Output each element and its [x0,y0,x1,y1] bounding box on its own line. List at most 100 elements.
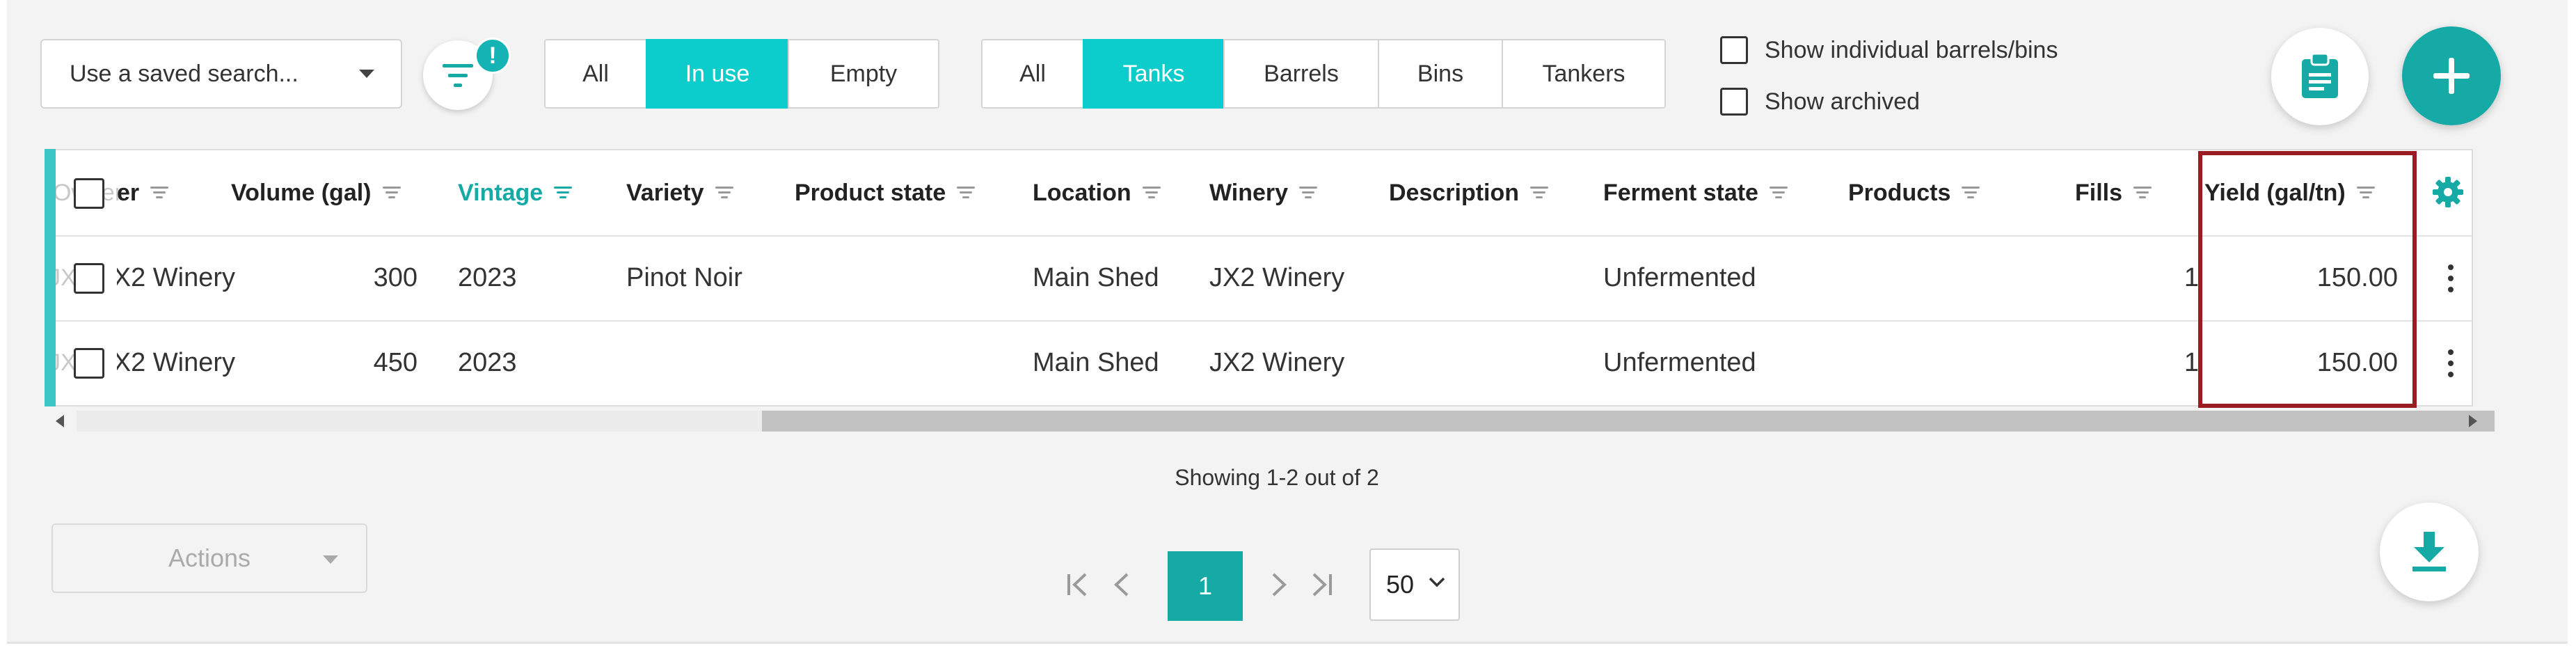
row-checkbox[interactable] [74,263,104,294]
volume-header-label: Volume (gal) [231,179,372,206]
clipboard-icon [2302,54,2338,98]
page-number-button[interactable]: 1 [1168,551,1243,621]
scroll-track[interactable] [77,411,2495,432]
add-button[interactable] [2402,26,2501,125]
caret-down-icon [359,70,374,78]
yield-cell: 150.00 [2316,347,2398,377]
description-column-header[interactable]: Description [1389,150,1549,235]
type-bins-button[interactable]: Bins [1378,39,1503,109]
vintage-column-header[interactable]: Vintage [458,150,573,235]
previous-page-icon[interactable] [1112,572,1133,597]
products-column-header[interactable]: Products [1848,150,1980,235]
download-icon [2412,532,2446,571]
page: Use a saved search... ! All In use Empty… [7,0,2568,644]
variety-header-label: Variety [626,179,704,206]
show-archived-toggle[interactable]: Show archived [1720,88,1920,116]
horizontal-scrollbar[interactable] [56,411,2495,432]
products-header-label: Products [1848,179,1951,206]
ferment-state-header-label: Ferment state [1603,179,1758,206]
select-all-checkbox[interactable] [74,178,104,209]
clipboard-button[interactable] [2271,28,2369,125]
per-page-select[interactable]: 50 [1369,548,1460,621]
first-page-icon[interactable] [1066,572,1091,597]
volume-column-header[interactable]: Volume (gal) [231,150,401,235]
vintage-cell: 2023 [458,262,517,292]
vessels-table: Owner er Volume (gal) Vintage Variety Pr… [45,149,2473,406]
sort-icon[interactable] [382,187,401,199]
next-page-icon[interactable] [1268,572,1289,597]
saved-search-select[interactable]: Use a saved search... [40,39,402,109]
sort-icon[interactable] [957,187,976,199]
variety-cell: Pinot Noir [626,262,742,292]
scroll-right-icon[interactable] [2469,415,2477,427]
table-header: Owner er Volume (gal) Vintage Variety Pr… [46,150,2472,237]
description-header-label: Description [1389,179,1520,206]
fills-header-label: Fills [2075,179,2123,206]
owner-cell: JX2 Winery [117,347,235,377]
type-tankers-button[interactable]: Tankers [1502,39,1666,109]
actions-dropdown[interactable]: Actions [51,523,367,593]
show-individual-checkbox[interactable] [1720,36,1748,64]
sort-icon[interactable] [554,187,573,199]
row-menu-icon[interactable] [2448,264,2455,292]
usage-in-use-button[interactable]: In use [646,39,789,109]
type-all-button[interactable]: All [981,39,1084,109]
vintage-header-label: Vintage [458,179,543,206]
owner-cell: JX2 Winery [117,262,235,292]
chevron-down-icon [1429,577,1445,587]
ferment-state-cell: Unfermented [1603,347,1756,377]
scroll-left-icon[interactable] [56,415,64,427]
location-column-header[interactable]: Location [1033,150,1161,235]
sort-icon[interactable] [715,187,733,199]
table-row[interactable]: JX2 JX2 Winery 300 2023 Pinot Noir Main … [46,235,2472,322]
sort-icon[interactable] [150,187,169,199]
volume-cell: 450 [373,347,418,377]
type-filter: All Tanks Barrels Bins Tankers [981,39,1666,109]
ferment-state-column-header[interactable]: Ferment state [1603,150,1788,235]
table-row[interactable]: JX2 JX2 Winery 450 2023 Main Shed JX2 Wi… [46,320,2472,405]
scroll-thumb[interactable] [762,411,2495,432]
yield-header-label: Yield (gal/tn) [2204,179,2346,206]
type-tanks-button[interactable]: Tanks [1083,39,1225,109]
fills-cell: 1 [2184,347,2199,377]
yield-cell: 150.00 [2316,262,2398,292]
product-state-column-header[interactable]: Product state [795,150,976,235]
show-individual-toggle[interactable]: Show individual barrels/bins [1720,36,2058,64]
row-checkbox[interactable] [74,348,104,379]
product-state-header-label: Product state [795,179,946,206]
row-menu-icon[interactable] [2448,349,2455,377]
sort-icon[interactable] [1769,187,1788,199]
plus-icon [2433,58,2470,94]
showing-count: Showing 1-2 out of 2 [1175,465,1379,490]
owner-column-header[interactable]: er [117,150,169,235]
usage-filter: All In use Empty [544,39,939,109]
sort-icon[interactable] [1142,187,1161,199]
show-individual-label: Show individual barrels/bins [1765,36,2058,63]
variety-column-header[interactable]: Variety [626,150,733,235]
sort-icon[interactable] [1962,187,1980,199]
download-button[interactable] [2380,503,2479,601]
last-page-icon[interactable] [1308,572,1333,597]
yield-column-header[interactable]: Yield (gal/tn) [2204,150,2375,235]
usage-all-button[interactable]: All [544,39,647,109]
show-archived-checkbox[interactable] [1720,88,1748,116]
fills-column-header[interactable]: Fills [2075,150,2152,235]
fills-cell: 1 [2184,262,2199,292]
type-barrels-button[interactable]: Barrels [1223,39,1379,109]
sort-icon[interactable] [2133,187,2152,199]
table-accent-bar [45,149,56,406]
volume-cell: 300 [373,262,418,292]
gear-icon[interactable] [2431,175,2465,209]
caret-down-icon [323,555,338,564]
usage-empty-button[interactable]: Empty [788,39,939,109]
show-archived-label: Show archived [1765,88,1921,115]
winery-column-header[interactable]: Winery [1209,150,1318,235]
filter-alert-badge: ! [475,38,511,74]
per-page-value: 50 [1386,570,1415,599]
sort-icon[interactable] [1299,187,1318,199]
sort-icon[interactable] [2356,187,2375,199]
saved-search-label: Use a saved search... [70,60,299,87]
vintage-cell: 2023 [458,347,517,377]
winery-cell: JX2 Winery [1209,347,1345,377]
sort-icon[interactable] [1530,187,1549,199]
